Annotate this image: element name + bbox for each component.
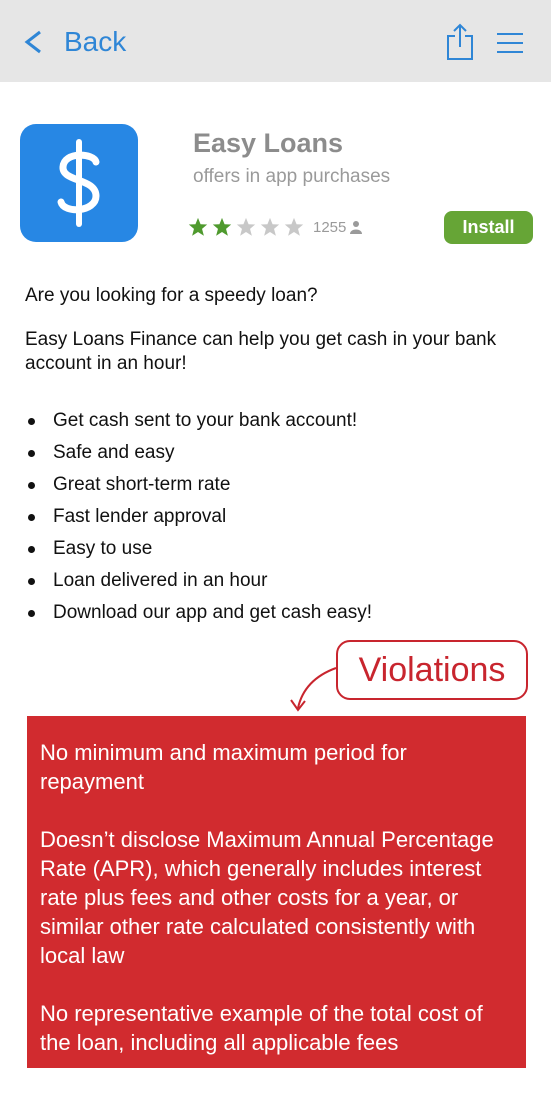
list-item: Download our app and get cash easy!: [25, 597, 525, 629]
description: Are you looking for a speedy loan? Easy …: [25, 284, 525, 376]
list-item-text: Fast lender approval: [53, 506, 227, 527]
bullet-icon: [28, 609, 35, 617]
bullet-icon: [28, 545, 35, 553]
list-item-text: Great short-term rate: [53, 474, 231, 495]
list-item: Loan delivered in an hour: [25, 565, 525, 597]
star-filled-icon: [212, 217, 232, 236]
rating-count: 1255: [313, 218, 347, 236]
star-empty-icon: [236, 217, 256, 236]
list-item: Safe and easy: [25, 437, 525, 469]
bullet-icon: [28, 577, 35, 585]
violation-item: No minimum and maximum period for repaym…: [40, 740, 407, 794]
list-item-text: Get cash sent to your bank account!: [53, 410, 358, 431]
violation-item: No representative example of the total c…: [40, 1001, 483, 1055]
chevron-left-icon: [24, 30, 41, 54]
app-title: Easy Loans: [193, 128, 344, 158]
arrow-icon: [290, 667, 337, 712]
list-item: Great short-term rate: [25, 469, 525, 501]
back-label: Back: [64, 26, 127, 57]
list-item-text: Loan delivered in an hour: [53, 570, 268, 591]
back-button[interactable]: Back: [22, 22, 126, 62]
description-intro: Are you looking for a speedy loan?: [25, 285, 318, 306]
bullet-icon: [28, 449, 35, 457]
top-bar: Back: [0, 0, 551, 82]
hamburger-menu-icon[interactable]: [495, 30, 525, 56]
list-item-text: Safe and easy: [53, 442, 175, 463]
list-item-text: Easy to use: [53, 538, 153, 559]
violations-callout: Violations: [336, 640, 528, 700]
list-item: Fast lender approval: [25, 501, 525, 533]
description-paragraph: Easy Loans Finance can help you get cash…: [25, 329, 497, 374]
person-icon: [350, 221, 363, 234]
star-empty-icon: [284, 217, 304, 236]
violations-box: No minimum and maximum period for repaym…: [27, 716, 526, 1068]
star-filled-icon: [188, 217, 208, 236]
stars: [187, 216, 307, 238]
star-rating: 1255: [187, 216, 363, 238]
list-item-text: Download our app and get cash easy!: [53, 602, 372, 623]
bullet-icon: [28, 481, 35, 489]
share-icon[interactable]: [444, 22, 476, 62]
list-item: Easy to use: [25, 533, 525, 565]
dollar-sign-icon: [57, 139, 100, 227]
install-button[interactable]: Install: [444, 211, 533, 244]
app-icon: [20, 124, 138, 242]
list-item: Get cash sent to your bank account!: [25, 405, 525, 437]
violation-item: Doesn’t disclose Maximum Annual Percenta…: [40, 827, 494, 968]
bullet-icon: [28, 417, 35, 425]
feature-list: Get cash sent to your bank account! Safe…: [25, 405, 525, 629]
bullet-icon: [28, 513, 35, 521]
star-empty-icon: [260, 217, 280, 236]
app-subtitle: offers in app purchases: [193, 166, 391, 187]
